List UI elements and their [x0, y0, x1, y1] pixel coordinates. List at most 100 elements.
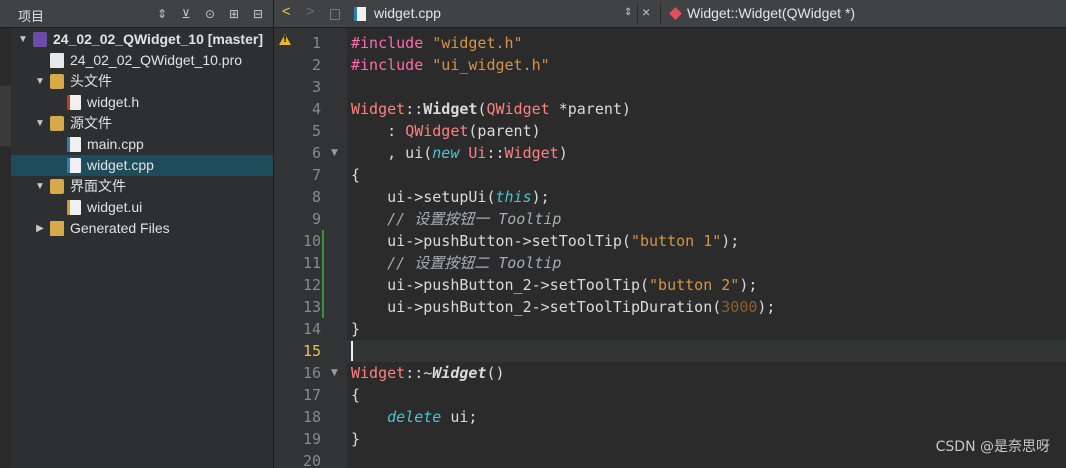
text-cursor: [351, 341, 353, 361]
code-line[interactable]: #include "widget.h": [347, 32, 1066, 54]
code-token: *parent): [549, 100, 631, 118]
code-token: Widget: [351, 100, 406, 118]
code-line[interactable]: {: [347, 384, 1066, 406]
method-icon: [669, 7, 682, 20]
tree-item[interactable]: ▼ 24_02_02_QWidget_10 [master]: [11, 29, 273, 50]
code-editor[interactable]: } delete ui;{Widget::~Widget()} ui->push…: [347, 28, 1066, 468]
line-number: 17: [302, 386, 321, 404]
forward-button[interactable]: >: [306, 3, 315, 20]
code-token: }: [351, 320, 361, 338]
code-line[interactable]: ui->pushButton->setToolTip("button 1");: [347, 230, 1066, 252]
line-number: 5: [311, 122, 321, 140]
tree-item-label: widget.cpp: [87, 157, 154, 173]
project-tree: ▼ 24_02_02_QWidget_10 [master] 24_02_02_QW…: [11, 29, 273, 239]
code-token: ::~: [405, 364, 433, 382]
code-line[interactable]: Widget::~Widget(): [347, 362, 1066, 384]
split-icon[interactable]: ⊞: [225, 5, 243, 23]
sort-icon[interactable]: ⇕: [153, 5, 171, 23]
code-token: "button 2": [649, 276, 740, 294]
code-token: #include: [351, 34, 433, 52]
sync-icon[interactable]: ⊙: [201, 5, 219, 23]
collapse-arrow-icon[interactable]: ▼: [34, 113, 46, 134]
tree-item[interactable]: ▶ Generated Files: [11, 218, 273, 239]
tree-item[interactable]: ▼ 头文件: [11, 71, 273, 92]
code-line[interactable]: }: [347, 318, 1066, 340]
code-line[interactable]: , ui(new Ui::Widget): [347, 142, 1066, 164]
line-number-gutter[interactable]: 1234567891011121314151617181920▼▼: [273, 28, 347, 468]
file-switch-icon[interactable]: ⇕: [624, 7, 632, 18]
mode-strip-marker: [0, 86, 11, 146]
tree-item-label: 24_02_02_QWidget_10 [master]: [53, 31, 263, 47]
code-line[interactable]: : QWidget(parent): [347, 120, 1066, 142]
cpp-file-icon: [67, 137, 81, 152]
code-line[interactable]: // 设置按钮二 Tooltip: [347, 252, 1066, 274]
code-line[interactable]: #include "ui_widget.h": [347, 54, 1066, 76]
tree-item-label: widget.ui: [87, 199, 143, 215]
line-number: 18: [302, 408, 321, 426]
editor-toolbar: < > widget.cpp ⇕ × Widget::Widget(QWidge…: [273, 0, 1066, 28]
collapse-arrow-icon[interactable]: ▼: [34, 71, 46, 92]
tree-item[interactable]: ▼ 界面文件: [11, 176, 273, 197]
symbol-selector[interactable]: Widget::Widget(QWidget *): [687, 5, 855, 21]
tree-item[interactable]: ▼ 源文件: [11, 113, 273, 134]
close-panel-icon[interactable]: ⊟: [249, 5, 267, 23]
code-token: (): [486, 364, 505, 382]
fold-arrow-icon[interactable]: ▼: [331, 142, 338, 164]
code-token: ui->pushButton->setToolTip(: [351, 232, 631, 250]
line-number: 13: [302, 298, 321, 316]
watermark: CSDN @是奈思呀: [935, 439, 1050, 455]
code-token: // 设置按钮一 Tooltip: [351, 210, 562, 228]
source-folder-icon: [50, 116, 64, 131]
code-line[interactable]: // 设置按钮一 Tooltip: [347, 208, 1066, 230]
mode-strip: [0, 28, 11, 468]
code-line[interactable]: ui->pushButton_2->setToolTip("button 2")…: [347, 274, 1066, 296]
code-token: );: [721, 232, 740, 250]
expand-arrow-icon[interactable]: ▶: [34, 218, 46, 239]
project-panel-toolbar: ⇕ ⊻ ⊙ ⊞ ⊟: [153, 5, 267, 23]
close-file-button[interactable]: ×: [642, 4, 650, 20]
tree-item[interactable]: widget.ui: [11, 197, 273, 218]
code-token: QWidget: [486, 100, 550, 118]
tree-item-label: 界面文件: [70, 178, 126, 194]
toolbar-divider: [637, 4, 638, 24]
code-line[interactable]: ui->pushButton_2->setToolTipDuration(300…: [347, 296, 1066, 318]
tree-item-label: 源文件: [70, 115, 112, 131]
code-token: ui;: [441, 408, 478, 426]
code-line[interactable]: [347, 340, 1066, 362]
line-number: 12: [302, 276, 321, 294]
code-line[interactable]: delete ui;: [347, 406, 1066, 428]
code-token: this: [495, 188, 532, 206]
back-button[interactable]: <: [282, 3, 291, 20]
code-token: ): [558, 144, 568, 162]
line-number: 16: [302, 364, 321, 382]
warning-icon[interactable]: [279, 34, 291, 45]
code-token: new: [432, 144, 460, 162]
code-token: QWidget: [405, 122, 469, 140]
fold-arrow-icon[interactable]: ▼: [331, 362, 338, 384]
code-line[interactable]: {: [347, 164, 1066, 186]
code-line[interactable]: [347, 76, 1066, 98]
code-token: Widget: [351, 364, 406, 382]
filter-icon[interactable]: ⊻: [177, 5, 195, 23]
code-token: , ui(: [351, 144, 433, 162]
collapse-arrow-icon[interactable]: ▼: [17, 29, 29, 50]
code-token: // 设置按钮二 Tooltip: [351, 254, 562, 272]
open-file-name[interactable]: widget.cpp: [374, 5, 441, 21]
collapse-arrow-icon[interactable]: ▼: [34, 176, 46, 197]
tree-item[interactable]: widget.h: [11, 92, 273, 113]
code-token: Widget: [432, 364, 487, 382]
code-line[interactable]: Widget::Widget(QWidget *parent): [347, 98, 1066, 120]
cpp-file-icon: [354, 7, 366, 21]
code-token: 3000: [721, 298, 758, 316]
tree-item[interactable]: 24_02_02_QWidget_10.pro: [11, 50, 273, 71]
code-token: "ui_widget.h": [432, 56, 550, 74]
code-line[interactable]: ui->setupUi(this);: [347, 186, 1066, 208]
ui-file-icon: [67, 200, 81, 215]
tree-item[interactable]: main.cpp: [11, 134, 273, 155]
code-token: "button 1": [630, 232, 722, 250]
tree-item[interactable]: widget.cpp: [11, 155, 273, 176]
tree-item-label: 头文件: [70, 73, 112, 89]
line-number: 20: [302, 452, 321, 468]
form-folder-icon: [50, 179, 64, 194]
